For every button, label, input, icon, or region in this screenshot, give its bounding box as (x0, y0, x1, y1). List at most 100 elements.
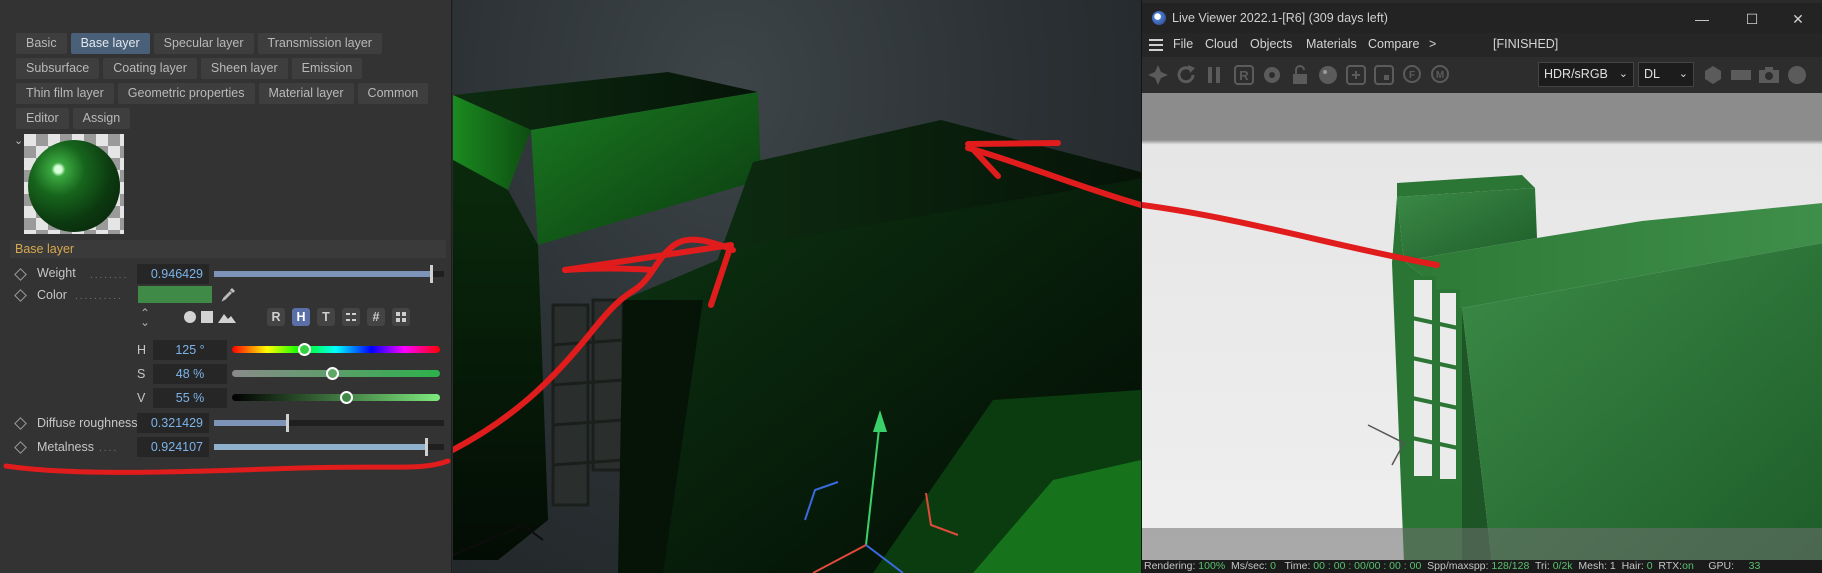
focus-picker-icon[interactable] (1372, 63, 1396, 87)
window-grid (551, 298, 625, 507)
tab-material-layer[interactable]: Material layer (258, 83, 354, 104)
settings-gear-icon[interactable] (1260, 63, 1284, 87)
metalness-slider[interactable] (214, 438, 444, 456)
eyedropper-icon[interactable] (221, 286, 237, 302)
tab-emission[interactable]: Emission (291, 58, 363, 79)
metalness-slider-handle[interactable] (424, 438, 428, 456)
hue-slider-knob[interactable] (298, 343, 312, 356)
tab-editor[interactable]: Editor (16, 108, 69, 129)
material-preview[interactable] (24, 134, 124, 234)
tab-thin-film-layer[interactable]: Thin film layer (16, 83, 114, 104)
live-viewer-titlebar[interactable]: Live Viewer 2022.1-[R6] (309 days left) … (1142, 3, 1822, 33)
circle-icon[interactable] (1785, 63, 1809, 87)
metalness-keyframe-icon[interactable] (14, 441, 27, 454)
weight-slider-handle[interactable] (429, 265, 433, 283)
live-viewer-toolbar: R F M HDR/sRGB ⌄ DL ⌄ (1142, 57, 1822, 93)
live-viewer-statusbar: Rendering: 100% Ms/sec: 0 Time: 00 : 00 … (1142, 560, 1822, 573)
saturation-slider[interactable] (232, 367, 440, 380)
color-space-select[interactable]: HDR/sRGB ⌄ (1538, 62, 1634, 87)
tab-assign[interactable]: Assign (72, 108, 131, 129)
hue-field[interactable]: 125 ° (153, 340, 227, 360)
weight-slider[interactable] (214, 265, 444, 283)
value-slider[interactable] (232, 391, 440, 404)
weight-field[interactable]: 0.946429 (137, 264, 209, 284)
material-preview-sphere (28, 140, 120, 232)
temperature-mode-button[interactable]: T (317, 308, 335, 326)
maximize-icon[interactable]: ☐ (1742, 9, 1762, 29)
material-picker-icon[interactable] (1316, 63, 1340, 87)
menu-compare[interactable]: Compare (1368, 37, 1419, 51)
tab-specular-layer[interactable]: Specular layer (153, 33, 254, 54)
kernel-select[interactable]: DL ⌄ (1638, 62, 1694, 87)
lock-icon[interactable] (1288, 63, 1312, 87)
region-render-icon[interactable]: R (1232, 63, 1256, 87)
camera-icon[interactable] (1757, 63, 1781, 87)
tab-sheen-layer[interactable]: Sheen layer (200, 58, 288, 79)
spp-value: 128/128 (1491, 560, 1530, 572)
saturation-field[interactable]: 48 % (153, 364, 227, 384)
color-swatch[interactable] (138, 286, 212, 303)
tab-common[interactable]: Common (357, 83, 429, 104)
material-pick-icon[interactable]: M (1428, 63, 1452, 87)
section-header-base-layer[interactable]: Base layer (10, 240, 446, 258)
live-viewer-window: Live Viewer 2022.1-[R6] (309 days left) … (1141, 0, 1822, 573)
diffuse-roughness-slider-handle[interactable] (285, 414, 289, 432)
expand-collapse-icon[interactable]: ⌃ ⌄ (140, 307, 154, 328)
minimize-icon[interactable]: — (1692, 9, 1712, 29)
saturation-slider-knob[interactable] (325, 367, 339, 380)
tab-coating-layer[interactable]: Coating layer (103, 58, 197, 79)
metalness-label: Metalness (37, 440, 94, 454)
menu-more[interactable]: > (1429, 37, 1436, 51)
image-mode-icon (218, 314, 236, 323)
hair-value: 0 (1646, 560, 1653, 572)
value-field[interactable]: 55 % (153, 388, 227, 408)
color-space-value: HDR/sRGB (1544, 67, 1608, 81)
rgb-mode-button[interactable]: R (267, 308, 285, 326)
menu-objects[interactable]: Objects (1250, 37, 1292, 51)
color-keyframe-icon[interactable] (14, 289, 27, 302)
focus-icon[interactable]: F (1400, 63, 1424, 87)
octane-logo-icon (1152, 11, 1166, 25)
diffuse-roughness-keyframe-icon[interactable] (14, 417, 27, 430)
swatches-mode-icon[interactable] (392, 308, 410, 326)
svg-text:M: M (1436, 70, 1444, 81)
diffuse-roughness-field[interactable]: 0.321429 (137, 413, 209, 433)
metalness-field[interactable]: 0.924107 (137, 437, 209, 457)
restart-render-icon[interactable] (1174, 63, 1198, 87)
render-output[interactable] (1142, 93, 1822, 562)
render-top-band (1142, 93, 1822, 130)
diffuse-roughness-slider[interactable] (214, 414, 444, 432)
mesh-label: Mesh: (1578, 560, 1607, 572)
tab-basic[interactable]: Basic (16, 33, 67, 54)
viewport-scene (453, 72, 1141, 573)
hexagon-icon[interactable] (1701, 63, 1725, 87)
render-status: [FINISHED] (1493, 37, 1559, 51)
menu-materials[interactable]: Materials (1306, 37, 1357, 51)
value-slider-knob[interactable] (340, 391, 354, 404)
3d-viewport[interactable] (453, 0, 1141, 573)
menu-file[interactable]: File (1173, 37, 1193, 51)
tab-transmission-layer[interactable]: Transmission layer (257, 33, 382, 54)
tab-row-4: Editor Assign (16, 108, 131, 129)
tab-base-layer[interactable]: Base layer (70, 33, 150, 54)
tab-subsurface[interactable]: Subsurface (16, 58, 100, 79)
mixer-mode-icon[interactable] (342, 308, 360, 326)
collapse-chevron-icon[interactable]: ⌄ (14, 136, 24, 147)
color-picker-mode-icons[interactable] (182, 308, 242, 326)
send-scene-icon[interactable] (1146, 63, 1170, 87)
add-object-icon[interactable] (1344, 63, 1368, 87)
close-icon[interactable]: ✕ (1788, 9, 1808, 29)
diffuse-roughness-slider-fill (214, 420, 288, 426)
mesh-value: 1 (1609, 560, 1616, 572)
rendering-value: 100% (1198, 560, 1226, 572)
weight-keyframe-icon[interactable] (14, 268, 27, 281)
hex-mode-button[interactable]: # (367, 308, 385, 326)
chevron-down-icon: ⌄ (1618, 68, 1628, 80)
pause-icon[interactable] (1202, 63, 1226, 87)
render-region-icon[interactable] (1729, 63, 1753, 87)
tab-geometric-properties[interactable]: Geometric properties (117, 83, 255, 104)
hamburger-icon[interactable] (1148, 38, 1164, 52)
hue-slider[interactable] (232, 343, 440, 356)
hsv-mode-button[interactable]: H (292, 308, 310, 326)
menu-cloud[interactable]: Cloud (1205, 37, 1238, 51)
